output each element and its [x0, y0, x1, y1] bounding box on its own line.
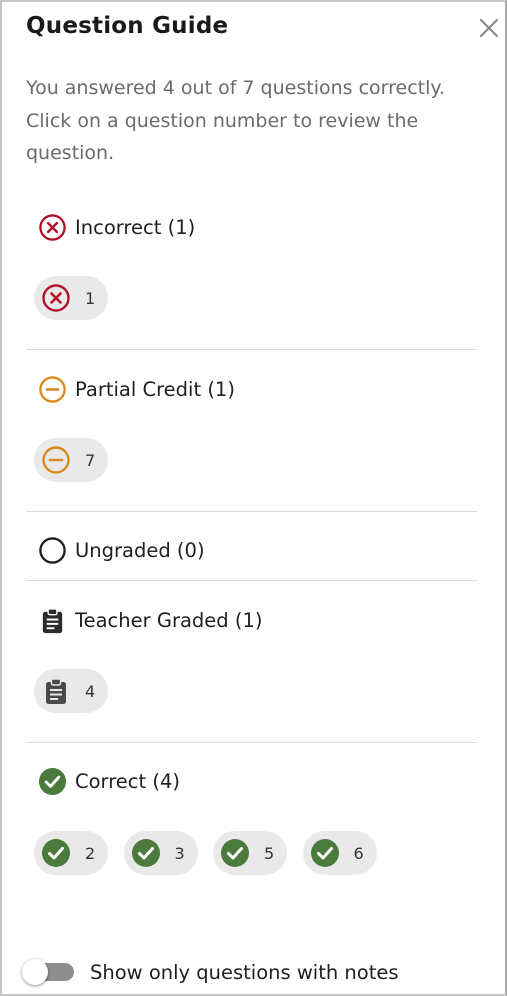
partial-question-list: 7: [34, 438, 124, 482]
notes-only-toggle[interactable]: [22, 957, 76, 987]
question-chip-4[interactable]: 4: [34, 669, 108, 713]
x-circle-icon: [41, 283, 71, 313]
check-circle-icon: [38, 767, 67, 796]
question-number: 3: [174, 843, 185, 863]
category-teacher-heading: Teacher Graded (1): [38, 605, 263, 635]
category-incorrect-heading: Incorrect (1): [38, 212, 195, 242]
x-circle-icon: [38, 213, 67, 242]
question-chip-2[interactable]: 2: [34, 831, 108, 875]
question-chip-5[interactable]: 5: [213, 831, 287, 875]
notes-filter-row: Show only questions with notes: [22, 957, 399, 987]
category-ungraded-heading: Ungraded (0): [38, 535, 205, 565]
section-divider: [26, 511, 477, 512]
category-correct-heading: Correct (4): [38, 766, 180, 796]
correct-question-list: 2 3 5 6: [34, 831, 392, 875]
category-label: Incorrect (1): [75, 215, 196, 239]
category-label: Teacher Graded (1): [75, 608, 263, 632]
question-chip-7[interactable]: 7: [34, 438, 108, 482]
incorrect-question-list: 1: [34, 276, 124, 320]
question-guide-panel: Question Guide You answered 4 out of 7 q…: [0, 0, 507, 996]
check-circle-icon: [41, 838, 71, 868]
category-label: Partial Credit (1): [75, 377, 235, 401]
minus-circle-icon: [38, 375, 67, 404]
notes-toggle-label: Show only questions with notes: [90, 960, 399, 984]
question-number: 7: [85, 450, 96, 470]
question-number: 6: [353, 843, 364, 863]
section-divider: [26, 742, 477, 743]
close-icon[interactable]: [476, 15, 502, 41]
question-chip-6[interactable]: 6: [302, 831, 377, 875]
panel-title: Question Guide: [26, 13, 229, 39]
section-divider: [26, 580, 477, 581]
category-partial-heading: Partial Credit (1): [38, 374, 235, 404]
question-number: 4: [85, 681, 96, 701]
check-circle-icon: [131, 838, 161, 868]
results-summary: You answered 4 out of 7 questions correc…: [26, 77, 445, 164]
toggle-knob: [22, 959, 48, 985]
question-number: 5: [264, 843, 275, 863]
question-number: 1: [85, 288, 96, 308]
teacher-question-list: 4: [34, 669, 124, 713]
category-label: Ungraded (0): [75, 538, 205, 562]
check-circle-icon: [310, 838, 340, 868]
section-divider: [26, 349, 477, 350]
empty-circle-icon: [38, 536, 67, 565]
clipboard-icon: [41, 676, 71, 706]
minus-circle-icon: [41, 445, 71, 475]
question-number: 2: [85, 843, 96, 863]
category-label: Correct (4): [75, 769, 180, 793]
question-chip-3[interactable]: 3: [123, 831, 198, 875]
question-chip-1[interactable]: 1: [34, 276, 108, 320]
check-circle-icon: [220, 838, 250, 868]
clipboard-icon: [38, 606, 67, 635]
